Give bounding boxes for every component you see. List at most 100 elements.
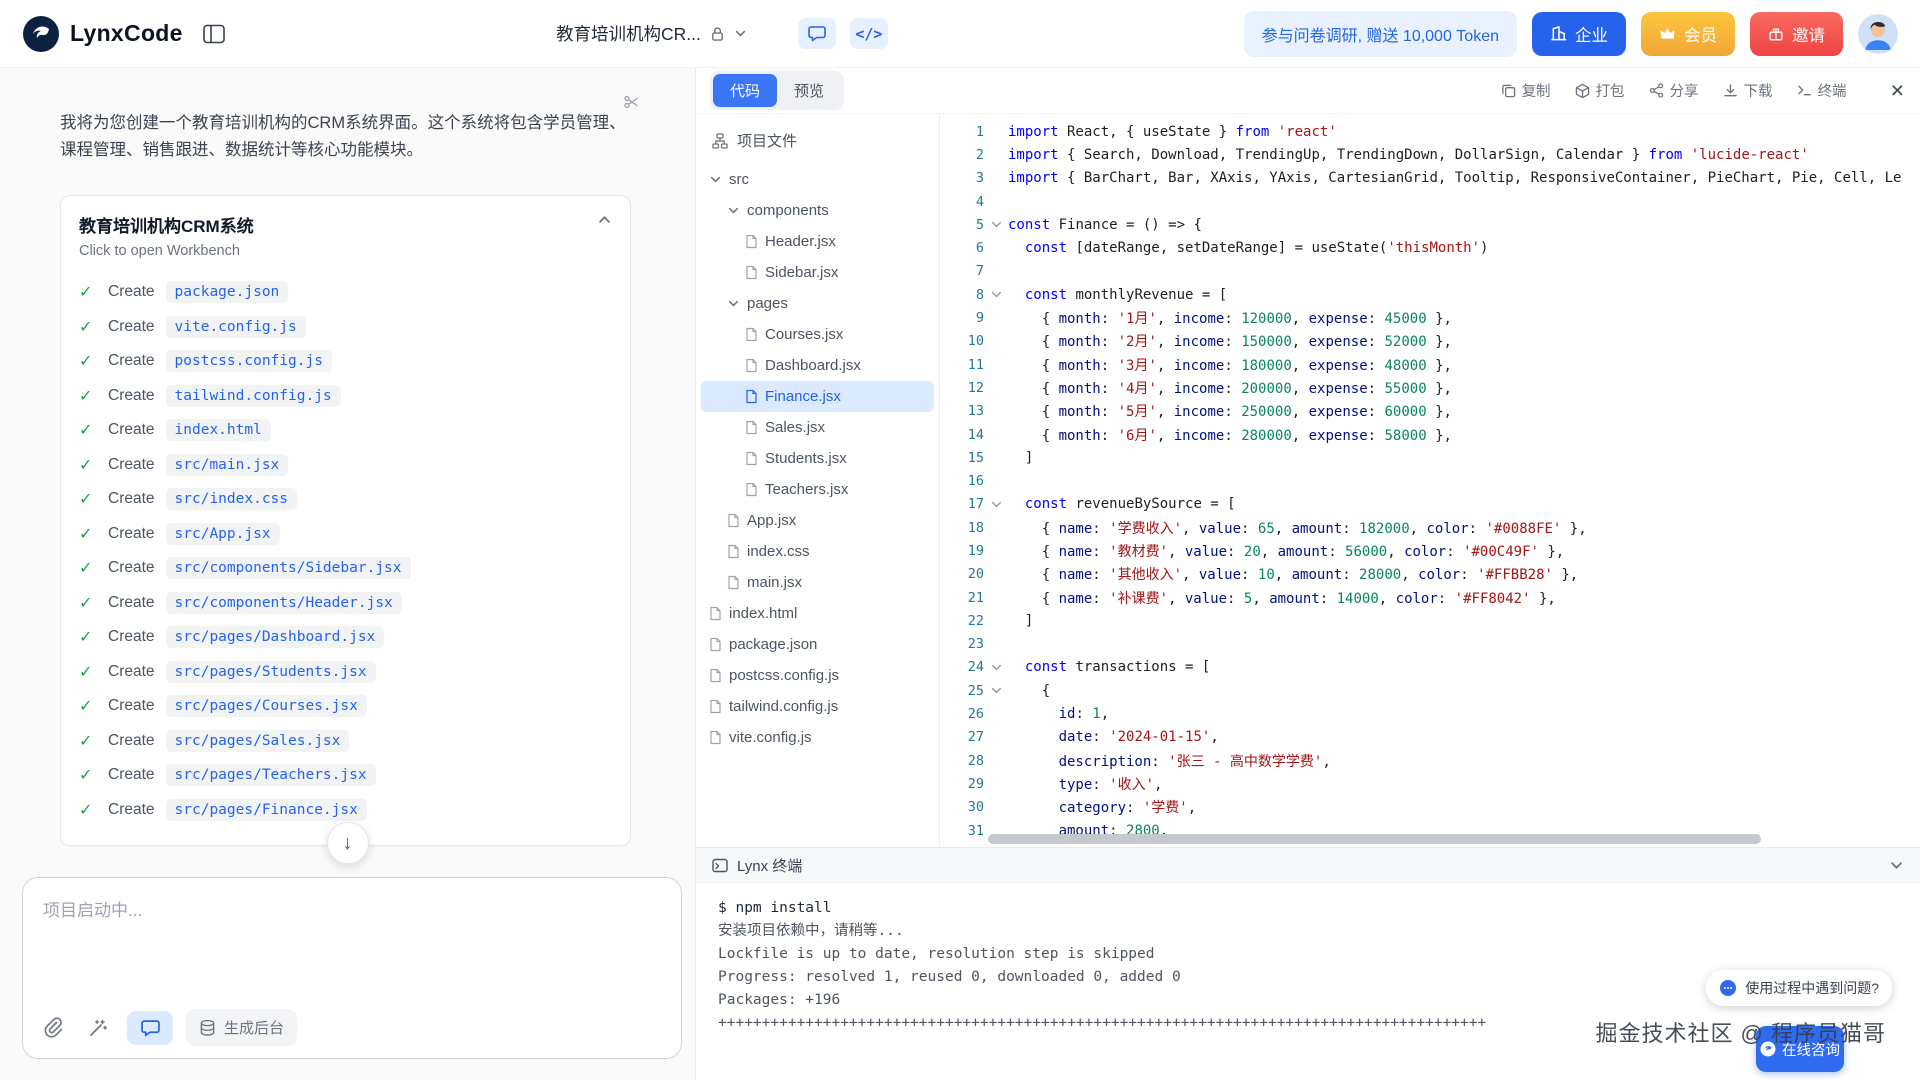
code-line-5[interactable]: 5 const Finance = () => { [940,213,1920,236]
created-file-chip[interactable]: src/components/Header.jsx [165,591,402,614]
chat-view-toggle-icon[interactable] [797,18,836,49]
created-file-chip[interactable]: tailwind.config.js [165,384,341,407]
chat-message-list[interactable]: 我将为您创建一个教育培训机构的CRM系统界面。这个系统将包含学员管理、课程管理、… [0,68,695,877]
invite-button[interactable]: 邀请 [1750,11,1843,56]
member-button[interactable]: 会员 [1641,11,1735,56]
create-file-item[interactable]: ✓ Create index.html [79,413,612,448]
created-file-chip[interactable]: src/pages/Courses.jsx [165,695,367,717]
tree-file-main.jsx[interactable]: main.jsx [701,567,934,598]
create-file-item[interactable]: ✓ Create src/pages/Students.jsx [79,654,612,689]
code-line-29[interactable]: 29 type: '收入', [940,772,1920,795]
code-line-23[interactable]: 23 [940,633,1920,656]
attach-file-icon[interactable] [37,1012,69,1044]
scissors-icon[interactable] [623,94,639,110]
chevron-down-icon[interactable] [734,27,747,40]
create-file-item[interactable]: ✓ Create src/main.jsx [79,447,612,482]
share-button[interactable]: 分享 [1649,80,1699,101]
code-line-19[interactable]: 19 { name: '教材费', value: 20, amount: 560… [940,539,1920,562]
created-file-chip[interactable]: index.html [165,419,271,441]
help-bubble[interactable]: 使用过程中遇到问题? [1706,970,1892,1006]
tree-file-vite.config.js[interactable]: vite.config.js [701,722,934,753]
code-line-7[interactable]: 7 [940,260,1920,283]
code-line-27[interactable]: 27 date: '2024-01-15', [940,726,1920,749]
project-title[interactable]: 教育培训机构CR... [556,21,701,46]
code-line-14[interactable]: 14 { month: '6月', income: 280000, expens… [940,423,1920,446]
tree-file-Finance.jsx[interactable]: Finance.jsx [701,381,934,412]
code-line-17[interactable]: 17 const revenueBySource = [ [940,493,1920,516]
generate-backend-button[interactable]: 生成后台 [186,1009,298,1046]
tab-code[interactable]: 代码 [713,74,778,107]
tab-preview[interactable]: 预览 [777,74,841,107]
code-line-18[interactable]: 18 { name: '学费收入', value: 65, amount: 18… [940,516,1920,539]
code-line-25[interactable]: 25 { [940,679,1920,702]
fold-toggle-icon[interactable] [984,661,1008,674]
tree-file-Students.jsx[interactable]: Students.jsx [701,443,934,474]
chat-input[interactable] [23,878,681,990]
code-line-28[interactable]: 28 description: '张三 - 高中数学学费', [940,749,1920,772]
tree-file-index.html[interactable]: index.html [701,598,934,629]
code-line-13[interactable]: 13 { month: '5月', income: 250000, expens… [940,400,1920,423]
tree-folder-src[interactable]: src [701,164,934,195]
chat-mode-toggle-icon[interactable] [127,1010,173,1045]
tree-file-Courses.jsx[interactable]: Courses.jsx [701,319,934,350]
tree-folder-pages[interactable]: pages [701,288,934,319]
sidebar-toggle-icon[interactable] [202,24,225,44]
created-file-chip[interactable]: src/main.jsx [165,453,289,476]
fold-toggle-icon[interactable] [984,288,1008,301]
created-file-chip[interactable]: src/pages/Teachers.jsx [165,764,376,786]
collapse-chevron-up-icon[interactable] [597,212,612,227]
code-editor[interactable]: 1 import React, { useState } from 'react'… [940,114,1920,847]
create-file-item[interactable]: ✓ Create src/components/Sidebar.jsx [79,551,612,586]
code-view-toggle-icon[interactable]: </> [849,18,888,49]
survey-promo-button[interactable]: 参与问卷调研, 赠送 10,000 Token [1243,10,1517,57]
code-line-21[interactable]: 21 { name: '补课费', value: 5, amount: 1400… [940,586,1920,609]
created-file-chip[interactable]: src/index.css [165,488,298,510]
code-line-12[interactable]: 12 { month: '4月', income: 200000, expens… [940,376,1920,399]
fold-toggle-icon[interactable] [984,498,1008,511]
code-line-4[interactable]: 4 [940,190,1920,213]
code-line-3[interactable]: 3 import { BarChart, Bar, XAxis, YAxis, C… [940,167,1920,190]
close-workbench-icon[interactable]: × [1891,79,1904,102]
create-file-item[interactable]: ✓ Create src/pages/Sales.jsx [79,723,612,758]
tree-file-package.json[interactable]: package.json [701,629,934,660]
workbench-card-header[interactable]: 教育培训机构CRM系统 Click to open Workbench [79,212,612,259]
create-file-item[interactable]: ✓ Create src/index.css [79,482,612,517]
code-line-11[interactable]: 11 { month: '3月', income: 180000, expens… [940,353,1920,376]
created-file-chip[interactable]: src/pages/Sales.jsx [165,729,350,752]
download-button[interactable]: 下载 [1723,80,1773,101]
tree-file-tailwind.config.js[interactable]: tailwind.config.js [701,691,934,722]
fold-toggle-icon[interactable] [984,684,1008,697]
magic-wand-icon[interactable] [82,1012,114,1044]
tree-file-Sales.jsx[interactable]: Sales.jsx [701,412,934,443]
create-file-item[interactable]: ✓ Create package.json [79,275,612,310]
code-line-16[interactable]: 16 [940,469,1920,492]
code-line-24[interactable]: 24 const transactions = [ [940,656,1920,679]
create-file-item[interactable]: ✓ Create src/pages/Dashboard.jsx [79,620,612,655]
scroll-to-bottom-button[interactable]: ↓ [326,822,369,864]
package-button[interactable]: 打包 [1575,80,1625,101]
app-logo[interactable]: LynxCode [22,15,183,53]
create-file-item[interactable]: ✓ Create src/components/Header.jsx [79,585,612,620]
tree-file-App.jsx[interactable]: App.jsx [701,505,934,536]
online-consult-button[interactable]: 在线咨询 [1756,1026,1844,1072]
enterprise-button[interactable]: 企业 [1532,11,1626,56]
code-line-30[interactable]: 30 category: '学费', [940,796,1920,819]
tree-file-Dashboard.jsx[interactable]: Dashboard.jsx [701,350,934,381]
copy-button[interactable]: 复制 [1501,80,1551,101]
terminal-header[interactable]: Lynx 终端 [696,848,1920,883]
created-file-chip[interactable]: src/pages/Dashboard.jsx [165,626,385,648]
code-line-9[interactable]: 9 { month: '1月', income: 120000, expense… [940,306,1920,329]
code-line-26[interactable]: 26 id: 1, [940,702,1920,725]
workbench-card[interactable]: 教育培训机构CRM系统 Click to open Workbench ✓ Cre… [60,194,631,846]
tree-file-index.css[interactable]: index.css [701,536,934,567]
create-file-item[interactable]: ✓ Create src/App.jsx [79,516,612,551]
create-file-item[interactable]: ✓ Create src/pages/Courses.jsx [79,689,612,724]
create-file-item[interactable]: ✓ Create vite.config.js [79,309,612,344]
code-line-22[interactable]: 22 ] [940,609,1920,632]
code-line-20[interactable]: 20 { name: '其他收入', value: 10, amount: 28… [940,563,1920,586]
tree-file-Sidebar.jsx[interactable]: Sidebar.jsx [701,257,934,288]
code-line-10[interactable]: 10 { month: '2月', income: 150000, expens… [940,330,1920,353]
create-file-item[interactable]: ✓ Create postcss.config.js [79,344,612,379]
created-file-chip[interactable]: vite.config.js [165,315,306,338]
code-line-8[interactable]: 8 const monthlyRevenue = [ [940,283,1920,306]
